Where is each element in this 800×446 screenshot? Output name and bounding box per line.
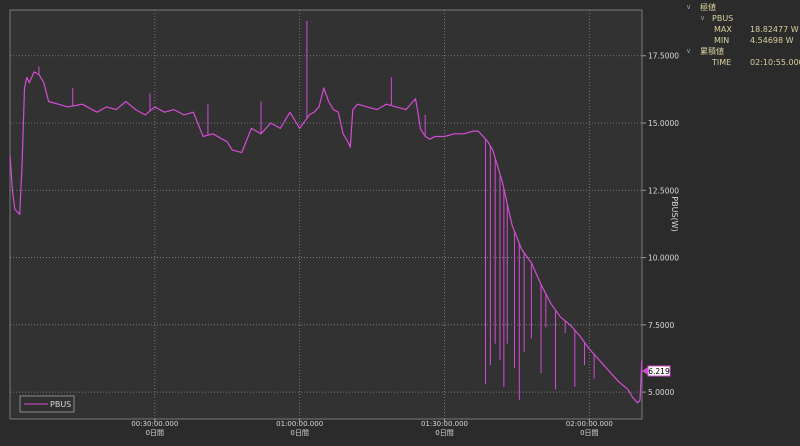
chevron-down-icon[interactable]: ∨ <box>700 13 705 24</box>
time-value: 02:10:55.000 <box>750 58 800 67</box>
legend-label: PBUS <box>50 400 71 409</box>
min-label: MIN <box>714 36 730 45</box>
x-tick-label: 02:00:00.000 <box>566 420 613 428</box>
y-tick-label: 7.5000 <box>648 321 674 330</box>
tree-node-cumulative-label: 累積値 <box>700 47 724 56</box>
x-tick-label: 01:30:00.000 <box>421 420 468 428</box>
tree-node-pbus-label: PBUS <box>712 14 734 23</box>
x-tick-label: 01:00:00.000 <box>276 420 323 428</box>
tree-item-time[interactable]: TIME 02:10:55.000 <box>680 57 800 68</box>
x-tick-label-days: 0日間 <box>290 429 308 437</box>
stats-tree: ∨ 極値 ∨ PBUS MAX 18.82477 W MIN 4.54698 W… <box>680 2 800 68</box>
legend[interactable]: PBUS <box>19 395 75 413</box>
min-value: 4.54698 W <box>750 36 794 45</box>
tree-node-pbus[interactable]: ∨ PBUS <box>680 13 800 24</box>
cursor-marker-icon <box>642 367 648 375</box>
max-value: 18.82477 W <box>750 25 799 34</box>
x-tick-label-days: 0日間 <box>146 429 164 437</box>
cursor-readout[interactable]: 6.219 <box>642 365 671 377</box>
y-tick-label: 15.0000 <box>648 119 679 128</box>
tree-node-extrema-label: 極値 <box>700 3 716 12</box>
tree-item-max[interactable]: MAX 18.82477 W <box>680 24 800 35</box>
cursor-value: 6.219 <box>648 367 670 376</box>
y-axis-label: PBUS(W) <box>670 196 679 231</box>
y-tick-label: 12.5000 <box>648 186 679 195</box>
y-tick-label: 5.0000 <box>648 388 674 397</box>
tree-item-min[interactable]: MIN 4.54698 W <box>680 35 800 46</box>
plot-area <box>9 9 643 420</box>
x-tick-label: 00:30:00.000 <box>131 420 178 428</box>
chevron-down-icon[interactable]: ∨ <box>686 46 691 57</box>
x-tick-label-days: 0日間 <box>580 429 598 437</box>
tree-node-extrema[interactable]: ∨ 極値 <box>680 2 800 13</box>
time-label: TIME <box>712 58 732 67</box>
y-tick-label: 17.5000 <box>648 52 679 61</box>
x-tick-label-days: 0日間 <box>435 429 453 437</box>
x-axis: 00:30:00.0000日間01:00:00.0000日間01:30:00.0… <box>131 419 613 437</box>
tree-node-cumulative[interactable]: ∨ 累積値 <box>680 46 800 57</box>
chevron-down-icon[interactable]: ∨ <box>686 2 691 13</box>
max-label: MAX <box>714 25 732 34</box>
y-tick-label: 10.0000 <box>648 254 679 263</box>
